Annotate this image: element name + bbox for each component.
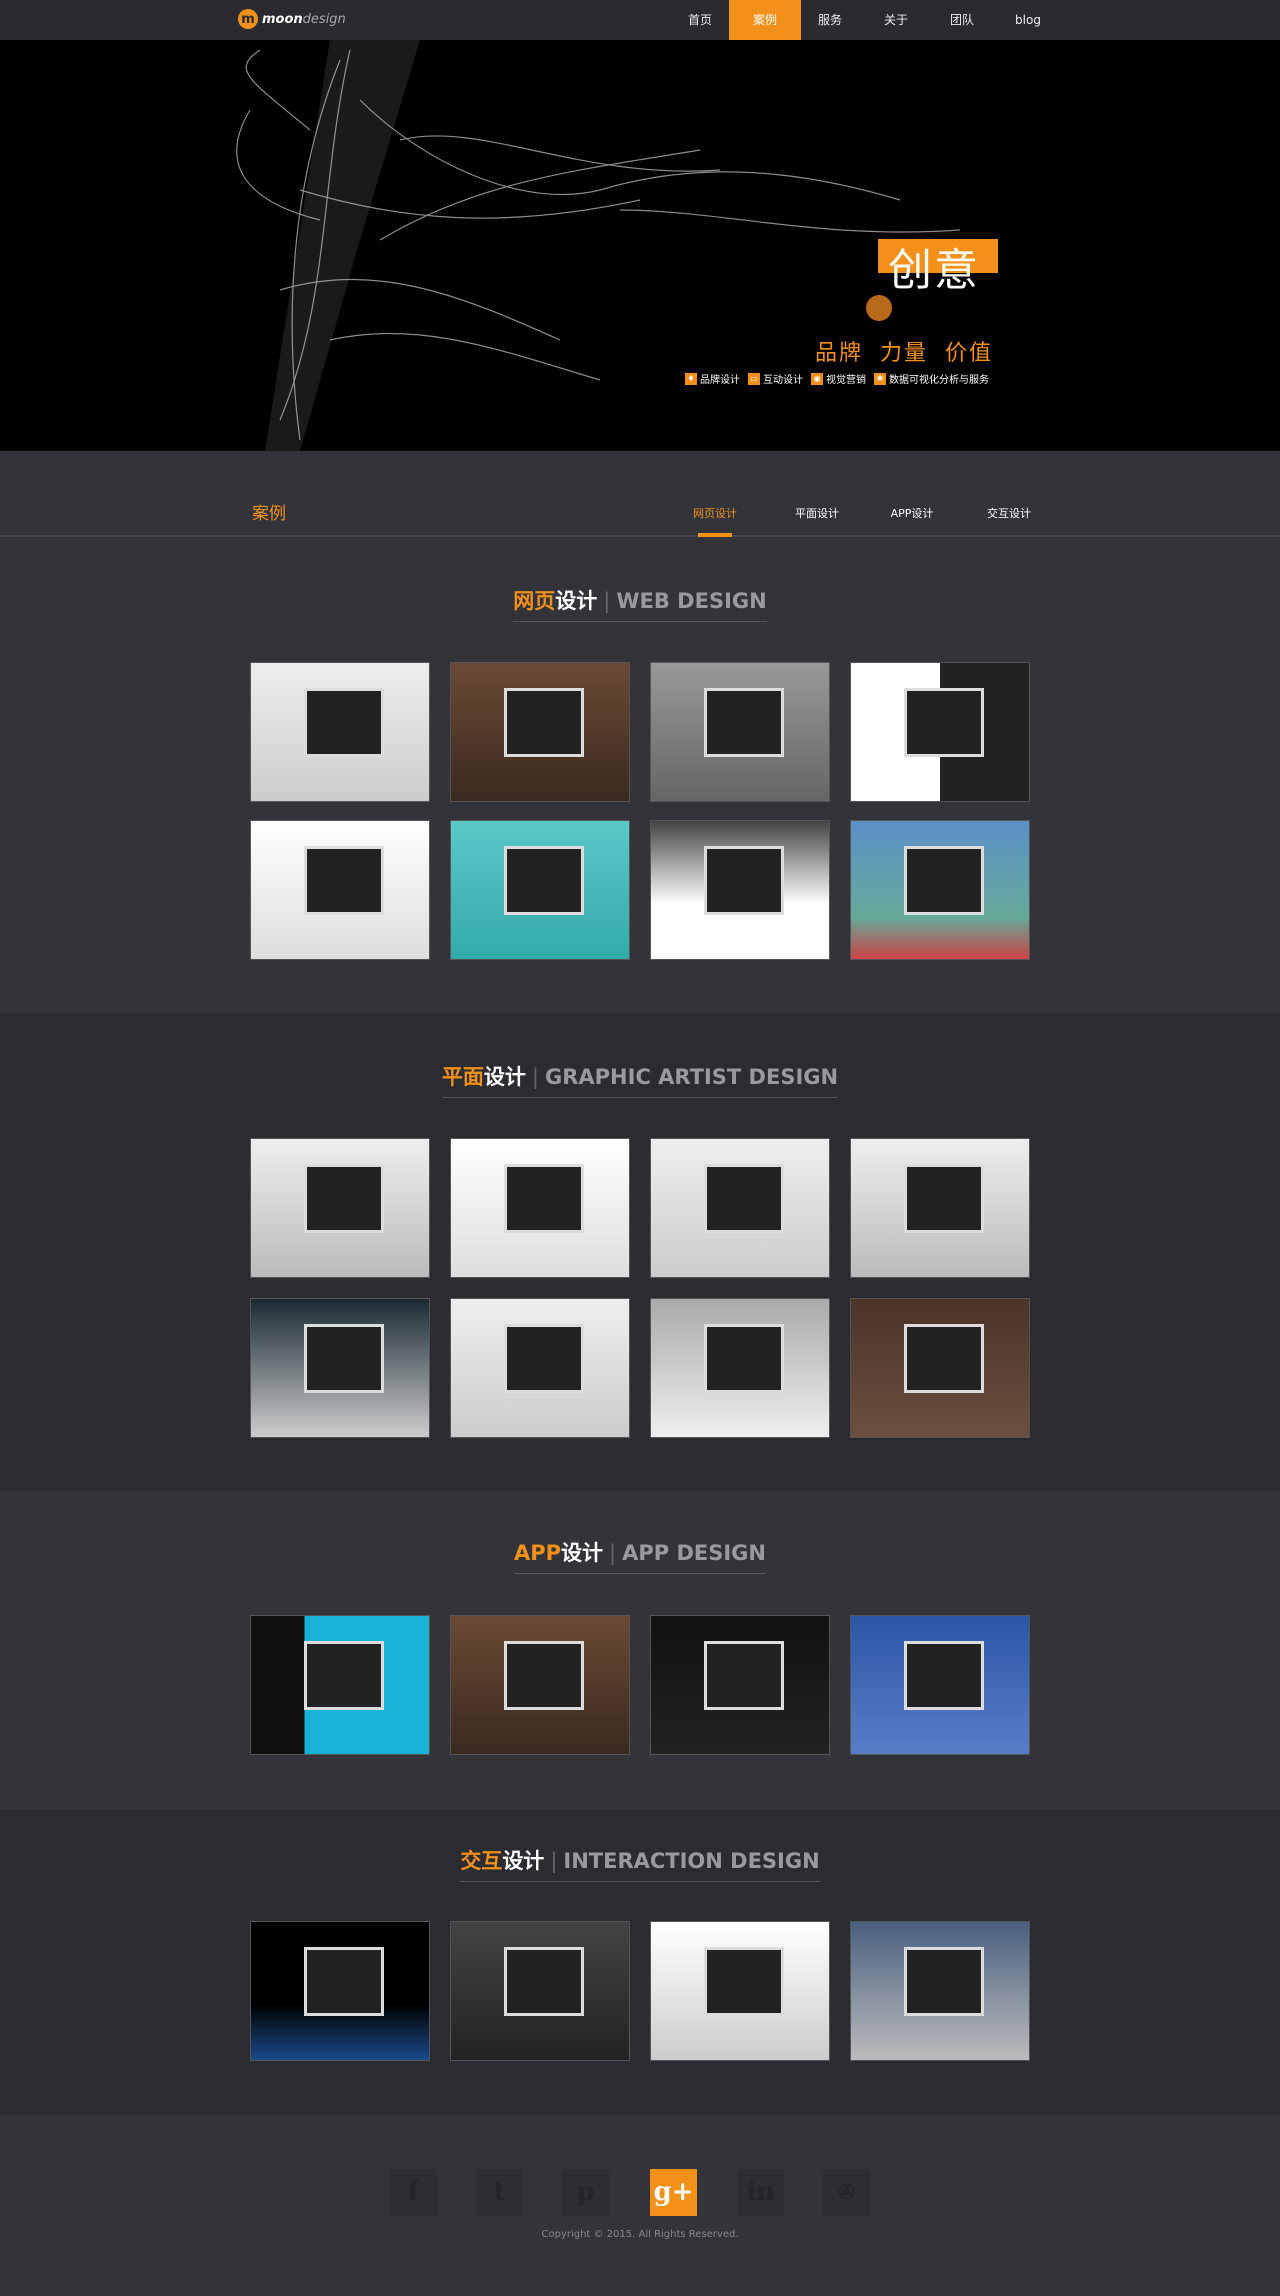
app-case-thumbnail[interactable] (250, 1615, 430, 1755)
device-mockup (704, 1323, 785, 1393)
device-mockup (904, 1640, 985, 1710)
google-plus-icon[interactable]: g+ (650, 2169, 697, 2216)
graphic-case-thumbnail[interactable] (650, 1138, 830, 1278)
device-mockup (304, 1946, 385, 2016)
pinterest-icon[interactable]: p (562, 2169, 609, 2216)
nav-services[interactable]: 服务 (794, 0, 866, 40)
device-mockup (304, 1640, 385, 1710)
facebook-icon[interactable]: f (390, 2169, 437, 2216)
graphic-case-thumbnail[interactable] (850, 1298, 1030, 1438)
hero-title: 创意 (888, 245, 980, 296)
screen-icon: ▭ (748, 372, 760, 385)
interaction-case-thumbnail[interactable] (450, 1921, 630, 2061)
web-case-thumbnail[interactable] (450, 820, 630, 960)
copyright: Copyright © 2015. All Rights Reserved. (541, 2229, 739, 2240)
device-mockup (704, 687, 785, 757)
device-mockup (504, 1163, 585, 1233)
graphic-case-thumbnail[interactable] (250, 1298, 430, 1438)
device-mockup (504, 1946, 585, 2016)
eye-icon: ◉ (811, 372, 823, 385)
tab-graphic-design[interactable]: 平面设计 (795, 505, 839, 521)
moon-logo-icon: m (238, 9, 258, 29)
web-case-thumbnail[interactable] (650, 820, 830, 960)
hero-services: ♦ 品牌设计 ▭ 互动设计 ◉ 视觉营销 ✱ 数据可视化分析与服务 (685, 371, 989, 386)
active-tab-indicator (698, 533, 732, 537)
hero-banner: 创意 品牌 力量 价值 ♦ 品牌设计 ▭ 互动设计 ◉ 视觉营销 ✱ 数据可视化分析与服… (0, 40, 1280, 451)
graphic-case-thumbnail[interactable] (450, 1298, 630, 1438)
service-brand: ♦ 品牌设计 (685, 371, 740, 386)
interaction-case-thumbnail[interactable] (850, 1921, 1030, 2061)
twitter-icon[interactable]: t (476, 2169, 523, 2216)
hero-slogan: 品牌 力量 价值 (815, 341, 993, 366)
web-case-thumbnail[interactable] (250, 662, 430, 802)
device-mockup (304, 687, 385, 757)
logo[interactable]: m moon design (238, 9, 346, 29)
device-mockup (904, 1946, 985, 2016)
graphic-design-heading: 平面设计 | GRAPHIC ARTIST DESIGN (0, 1061, 1280, 1098)
device-mockup (904, 1163, 985, 1233)
hero-dot (866, 295, 892, 321)
graphic-case-thumbnail[interactable] (850, 1138, 1030, 1278)
device-mockup (504, 845, 585, 915)
nav-team[interactable]: 团队 (926, 0, 998, 40)
device-mockup (704, 1946, 785, 2016)
device-mockup (904, 845, 985, 915)
app-case-thumbnail[interactable] (650, 1615, 830, 1755)
film-reel-icon[interactable]: ✇ (823, 2169, 870, 2216)
service-interactive: ▭ 互动设计 (748, 371, 803, 386)
device-mockup (704, 845, 785, 915)
nav-cases[interactable]: 案例 (729, 0, 801, 40)
nav-home[interactable]: 首页 (664, 0, 736, 40)
web-case-thumbnail[interactable] (650, 662, 830, 802)
graphic-case-thumbnail[interactable] (650, 1298, 830, 1438)
top-nav: m moon design 首页 案例 服务 关于 团队 blog (0, 0, 1280, 40)
web-case-thumbnail[interactable] (250, 820, 430, 960)
device-mockup (904, 687, 985, 757)
tab-app-design[interactable]: APP设计 (891, 505, 934, 521)
device-mockup (504, 687, 585, 757)
app-design-heading: APP设计 | APP DESIGN (0, 1537, 1280, 1574)
chart-icon: ✱ (874, 372, 886, 385)
interaction-case-thumbnail[interactable] (650, 1921, 830, 2061)
web-case-thumbnail[interactable] (850, 662, 1030, 802)
app-case-thumbnail[interactable] (850, 1615, 1030, 1755)
linkedin-icon[interactable]: in (737, 2169, 784, 2216)
device-mockup (304, 1163, 385, 1233)
hero-swirl-graphic (236, 40, 961, 451)
device-mockup (904, 1323, 985, 1393)
diamond-icon: ♦ (685, 372, 697, 385)
cases-header: 案例 网页设计 平面设计 APP设计 交互设计 (0, 451, 1280, 537)
nav-about[interactable]: 关于 (860, 0, 932, 40)
cases-title: 案例 (252, 504, 286, 524)
graphic-case-thumbnail[interactable] (450, 1138, 630, 1278)
device-mockup (304, 1323, 385, 1393)
device-mockup (304, 845, 385, 915)
service-visual: ◉ 视觉营销 (811, 371, 866, 386)
nav-blog[interactable]: blog (992, 0, 1064, 40)
service-data: ✱ 数据可视化分析与服务 (874, 371, 989, 386)
web-case-thumbnail[interactable] (850, 820, 1030, 960)
footer: f t p g+ in ✇ Copyright © 2015. All Righ… (0, 2115, 1280, 2296)
interaction-case-thumbnail[interactable] (250, 1921, 430, 2061)
device-mockup (704, 1163, 785, 1233)
web-design-heading: 网页设计 | WEB DESIGN (0, 585, 1280, 622)
tab-interaction-design[interactable]: 交互设计 (987, 505, 1031, 521)
device-mockup (504, 1640, 585, 1710)
web-case-thumbnail[interactable] (450, 662, 630, 802)
device-mockup (704, 1640, 785, 1710)
graphic-case-thumbnail[interactable] (250, 1138, 430, 1278)
device-mockup (504, 1323, 585, 1393)
app-case-thumbnail[interactable] (450, 1615, 630, 1755)
tab-web-design[interactable]: 网页设计 (693, 505, 737, 521)
interaction-design-heading: 交互设计 | INTERACTION DESIGN (0, 1845, 1280, 1882)
